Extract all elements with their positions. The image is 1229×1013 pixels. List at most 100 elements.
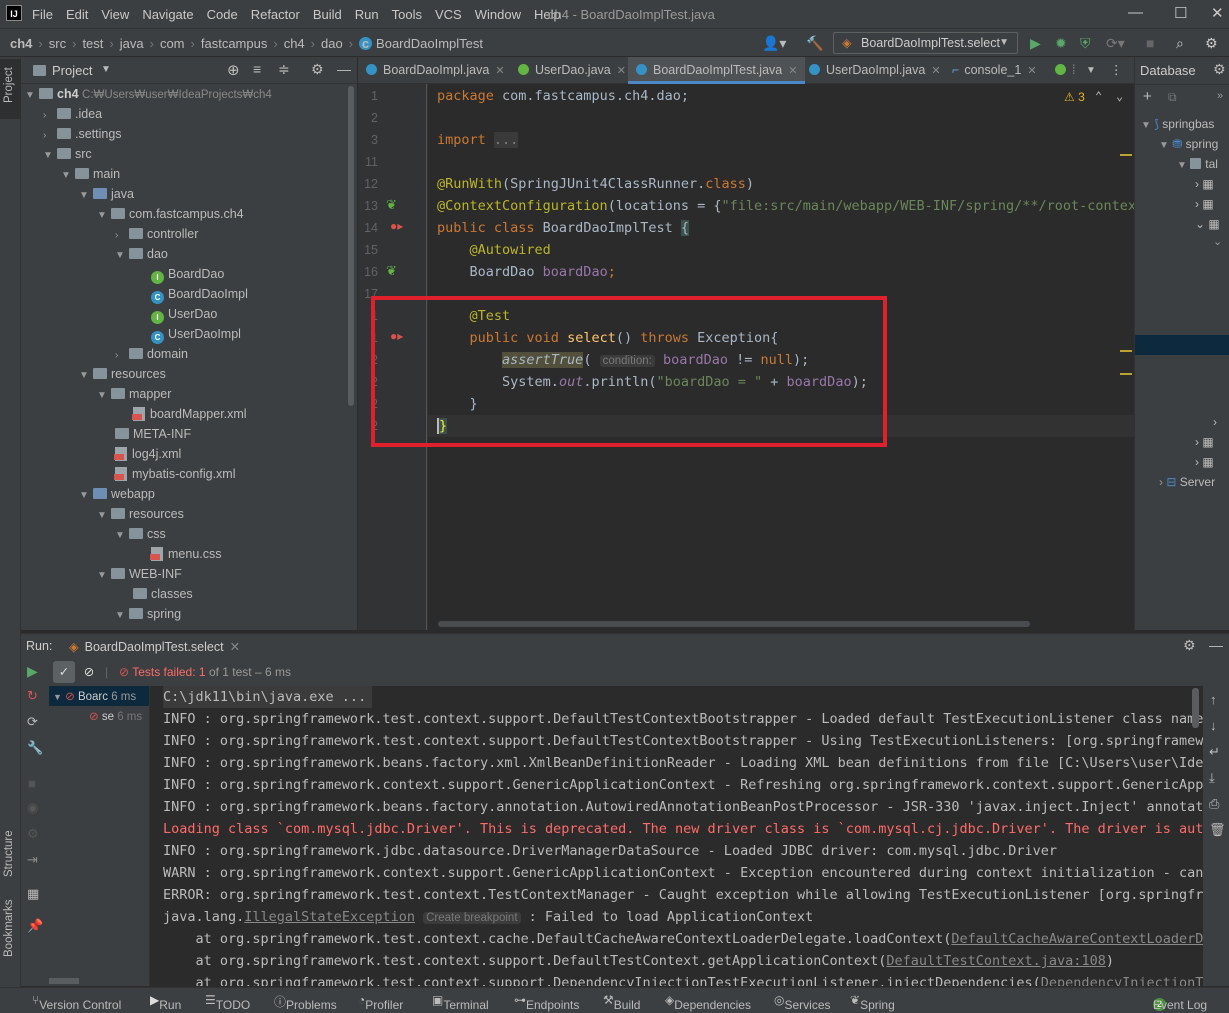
close-icon[interactable]: ✕ — [1211, 4, 1224, 22]
menu-view[interactable]: View — [101, 7, 129, 22]
build-button[interactable]: ⚒ Build — [603, 993, 640, 1012]
tree-item-idea[interactable]: › .idea — [43, 104, 102, 124]
chevron-right-icon[interactable]: › — [1213, 415, 1217, 429]
warning-stripe-mark[interactable] — [1120, 154, 1132, 156]
expand-all-icon[interactable]: ≡ — [253, 61, 261, 77]
add-icon[interactable]: + — [1143, 88, 1152, 105]
settings-icon[interactable]: ⚙ — [1205, 35, 1218, 52]
camera-icon[interactable]: ◉ — [27, 800, 38, 816]
tree-item-dao[interactable]: ▼ dao — [115, 244, 168, 264]
copy-icon[interactable]: ⧉ — [1168, 90, 1177, 105]
gear-icon[interactable]: ⚙ — [27, 826, 39, 842]
search-icon[interactable]: ⌕ — [1176, 35, 1184, 52]
crumb-dao[interactable]: dao — [321, 36, 343, 51]
tree-item-log4j-xml[interactable]: log4j.xml — [114, 444, 181, 464]
db-selected-row[interactable] — [1135, 335, 1229, 355]
stop-icon[interactable]: ■ — [28, 776, 36, 791]
stack-source-link[interactable]: DependencyInjectionTes — [1041, 975, 1203, 986]
db-item-springbas[interactable]: ▼ ⟆ springbas — [1141, 117, 1214, 131]
profiler-button[interactable]: ◔ Profiler — [358, 993, 403, 1012]
hide-icon[interactable]: — — [1209, 637, 1223, 653]
next-highlight-icon[interactable]: ⌄ — [1116, 89, 1123, 103]
tree-item-web-inf[interactable]: ▼ WEB-INF — [97, 564, 182, 584]
show-ignored-icon[interactable]: ⊘ — [78, 661, 100, 683]
tree-item-main[interactable]: ▼ main — [61, 164, 120, 184]
tree-item-package[interactable]: ▼ com.fastcampus.ch4 — [97, 204, 244, 224]
print-icon[interactable]: ⎙ — [1209, 796, 1219, 812]
rerun-icon[interactable]: ▶ — [27, 663, 38, 680]
crumb-test[interactable]: test — [82, 36, 103, 51]
console-scrollbar[interactable] — [1192, 688, 1199, 728]
tab-boarddaoimpltest[interactable]: BoardDaoImplTest.java ✕ — [628, 57, 806, 84]
tree-item-spring[interactable]: ▼ spring — [115, 604, 181, 624]
gear-icon[interactable]: ⚙ — [1213, 61, 1226, 78]
tree-item-webapp[interactable]: ▼ webapp — [79, 484, 155, 504]
db-item-spring[interactable]: ▼ ⛃ spring — [1159, 137, 1218, 151]
gear-icon[interactable]: ⚙ — [311, 61, 324, 78]
warning-stripe-mark[interactable] — [1120, 373, 1132, 375]
tree-item-settings[interactable]: › .settings — [43, 124, 122, 144]
run-tab[interactable]: ◈ BoardDaoImplTest.select ✕ — [69, 639, 240, 654]
tree-item-controller[interactable]: › controller — [115, 224, 198, 244]
terminal-button[interactable]: ▣ Terminal — [432, 993, 489, 1012]
toggle-auto-test-icon[interactable]: ⟳ — [27, 714, 38, 730]
debug-icon[interactable]: ✹ — [1055, 35, 1067, 52]
coverage-icon[interactable]: ⛨ — [1080, 35, 1091, 52]
menu-window[interactable]: Window — [475, 7, 521, 22]
test-tree-class[interactable]: ▼ ⊘ Boarc 6 ms — [53, 689, 136, 703]
prev-highlight-icon[interactable]: ⌃ — [1095, 89, 1102, 103]
show-passed-icon[interactable]: ✓ — [53, 661, 75, 683]
structure-stripe-label[interactable]: Structure — [3, 830, 15, 877]
project-stripe-button[interactable]: Project — [0, 59, 21, 119]
version-control-button[interactable]: ⑂ Version Control — [32, 993, 121, 1012]
scroll-to-end-icon[interactable]: ⤓ — [1209, 770, 1215, 786]
user-icon[interactable]: 👤▾ — [762, 35, 786, 52]
stack-source-link[interactable]: DefaultCacheAwareContextLoaderDel — [951, 931, 1203, 947]
menu-refactor[interactable]: Refactor — [251, 7, 300, 22]
tab-more[interactable]: ⁞ — [1055, 57, 1075, 84]
tree-item-domain[interactable]: › domain — [115, 344, 188, 364]
tab-boarddaoimpl[interactable]: BoardDaoImpl.java ✕ — [366, 57, 505, 84]
db-table-row[interactable]: ⌄ ▦ — [1195, 217, 1220, 231]
console-output[interactable]: C:\jdk11\bin\java.exe ... INFO : org.spr… — [150, 686, 1203, 986]
crumb-fastcampus[interactable]: fastcampus — [201, 36, 267, 51]
db-table-row[interactable]: › ▦ — [1195, 197, 1214, 211]
db-table-row[interactable]: › ▦ — [1195, 435, 1214, 449]
dependencies-button[interactable]: ◈ Dependencies — [665, 993, 751, 1012]
tree-item-webapp-resources[interactable]: ▼ resources — [97, 504, 184, 524]
spring-bean-icon[interactable]: ❦ — [386, 197, 397, 213]
collapse-all-icon[interactable]: ≑ — [278, 61, 290, 78]
tree-item-css[interactable]: ▼ css — [115, 524, 166, 544]
warning-indicator[interactable]: ⚠ 3 — [1064, 90, 1085, 104]
autowired-bean-icon[interactable]: ❦ — [386, 263, 397, 279]
tree-item-resources[interactable]: ▼ resources — [79, 364, 166, 384]
warning-stripe-mark[interactable] — [1120, 350, 1132, 352]
menu-vcs[interactable]: VCS — [435, 7, 462, 22]
gear-icon[interactable]: ⚙ — [1183, 637, 1196, 654]
todo-button[interactable]: ☰ TODO — [205, 993, 250, 1012]
scroll-down-icon[interactable]: ↓ — [1210, 718, 1217, 733]
exit-icon[interactable]: ⇥ — [27, 852, 38, 868]
tree-item-boarddao[interactable]: I BoardDao — [151, 264, 224, 284]
run-icon[interactable]: ▶ — [1030, 35, 1041, 52]
soft-wrap-icon[interactable]: ↵ — [1209, 744, 1220, 760]
db-table-row[interactable]: › ▦ — [1195, 455, 1214, 469]
tree-item-mapper[interactable]: ▼ mapper — [97, 384, 171, 404]
chevron-down-icon[interactable]: ▼ — [101, 64, 111, 75]
crumb-java[interactable]: java — [120, 36, 144, 51]
exception-link[interactable]: IllegalStateException — [244, 909, 415, 925]
test-tree-scrollbar[interactable] — [49, 978, 79, 984]
crumb-src[interactable]: src — [49, 36, 66, 51]
services-button[interactable]: ◎ Services — [774, 993, 831, 1012]
crumb-boarddaoimpltest[interactable]: BoardDaoImplTest — [376, 36, 483, 51]
run-tool-button[interactable]: ▶ Run — [150, 993, 181, 1012]
scroll-up-icon[interactable]: ↑ — [1210, 692, 1217, 707]
stack-source-link[interactable]: DefaultTestContext.java:108 — [886, 953, 1105, 969]
layout-icon[interactable]: ▦ — [27, 886, 39, 902]
crumb-ch4-pkg[interactable]: ch4 — [284, 36, 305, 51]
tree-item-boardmapper-xml[interactable]: boardMapper.xml — [132, 404, 247, 424]
tree-item-boarddaoimpl[interactable]: C BoardDaoImpl — [151, 284, 248, 304]
tree-root-ch4[interactable]: ▼ ch4 C:₩Users₩user₩IdeaProjects₩ch4 — [25, 84, 272, 104]
tree-item-userdaoimpl[interactable]: C UserDaoImpl — [151, 324, 241, 344]
tree-item-menu-css[interactable]: menu.css — [150, 544, 222, 564]
